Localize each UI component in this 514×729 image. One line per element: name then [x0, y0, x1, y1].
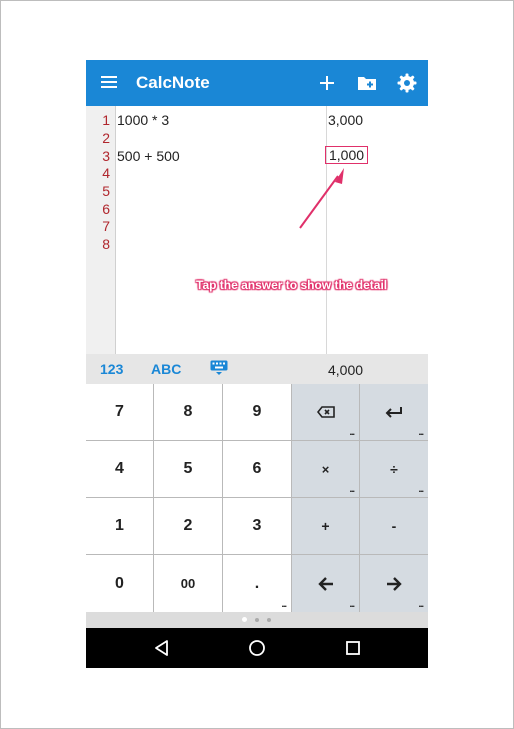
app-bar: CalcNote — [86, 60, 428, 106]
enter-icon — [385, 407, 402, 418]
key-2[interactable]: 2 — [154, 498, 222, 554]
arrow-right-icon — [387, 576, 402, 591]
recents-icon[interactable] — [343, 638, 363, 658]
key-plus[interactable]: + — [292, 498, 359, 554]
keyboard-icon[interactable] — [210, 360, 228, 381]
menu-icon[interactable] — [98, 73, 122, 93]
system-nav-bar — [86, 628, 428, 668]
callout-text: Tap the answer to show the detail — [196, 278, 388, 292]
key-cursor-left[interactable]: ... — [292, 555, 359, 612]
arrow-left-icon — [317, 576, 333, 591]
note-editor[interactable]: 1 2 3 4 5 6 7 8 1000 * 3 3,000 500 + 500… — [86, 106, 428, 354]
key-5[interactable]: 5 — [154, 441, 222, 497]
key-0[interactable]: 0 — [86, 555, 153, 612]
key-8[interactable]: 8 — [154, 384, 222, 440]
key-cursor-right[interactable]: ... — [360, 555, 428, 612]
tab-numeric[interactable]: 123 — [100, 361, 123, 377]
callout-arrow — [299, 168, 344, 229]
key-enter[interactable]: ... — [360, 384, 428, 440]
keyboard-toolbar: 123 ABC 4,000 — [86, 354, 428, 384]
key-divide[interactable]: ÷... — [360, 441, 428, 497]
home-icon[interactable] — [247, 638, 267, 658]
phone-screen: CalcNote 1 2 3 4 5 6 7 8 1000 * 3 3,000 … — [86, 60, 428, 668]
key-00[interactable]: 00 — [154, 555, 222, 612]
page-dot — [267, 618, 271, 622]
back-icon[interactable] — [152, 638, 172, 658]
total-value: 4,000 — [328, 362, 364, 378]
add-icon[interactable] — [315, 71, 339, 95]
key-6[interactable]: 6 — [223, 441, 291, 497]
key-4[interactable]: 4 — [86, 441, 153, 497]
key-backspace[interactable]: ... — [292, 384, 359, 440]
tab-alpha[interactable]: ABC — [151, 361, 181, 377]
key-decimal[interactable]: .... — [223, 555, 291, 612]
page-dot — [255, 618, 259, 622]
keypad: 7 8 9 ... ... 4 5 6 ×... ÷... 1 2 3 + - … — [86, 384, 428, 612]
key-3[interactable]: 3 — [223, 498, 291, 554]
backspace-icon — [316, 406, 335, 418]
keypad-page-indicator — [86, 612, 428, 628]
app-title: CalcNote — [136, 73, 210, 92]
key-7[interactable]: 7 — [86, 384, 153, 440]
key-multiply[interactable]: ×... — [292, 441, 359, 497]
settings-icon[interactable] — [395, 71, 419, 95]
page-dot-active — [242, 617, 247, 622]
new-folder-icon[interactable] — [355, 71, 379, 95]
key-1[interactable]: 1 — [86, 498, 153, 554]
key-minus[interactable]: - — [360, 498, 428, 554]
key-9[interactable]: 9 — [223, 384, 291, 440]
